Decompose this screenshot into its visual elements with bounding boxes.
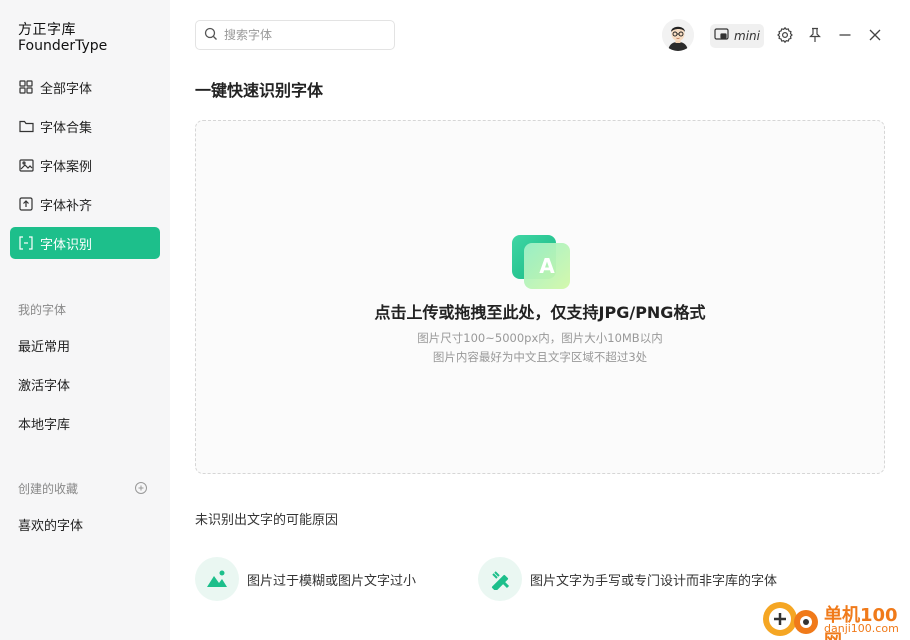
sidebar-item-label: 字体案例 — [40, 159, 93, 175]
sidebar-item-label: 字体补齐 — [40, 198, 93, 214]
reasons-heading: 未识别出文字的可能原因 — [195, 513, 339, 528]
my-fonts-heading: 我的字体 — [18, 303, 67, 317]
upload-dropzone[interactable]: A 点击上传或拖拽至此处，仅支持JPG/PNG格式 图片尺寸100~5000px… — [195, 120, 885, 474]
add-collection-icon[interactable] — [134, 480, 148, 494]
upload-instruction: 点击上传或拖拽至此处，仅支持JPG/PNG格式 — [374, 303, 706, 322]
blurry-image-icon — [195, 557, 239, 601]
watermark-url: danji100.com — [824, 622, 899, 635]
sidebar-item-recognize[interactable]: 字体识别 — [10, 227, 160, 259]
design-tools-icon — [478, 557, 522, 601]
upload-hint-size: 图片尺寸100~5000px内，图片大小10MB以内 — [417, 331, 663, 345]
scan-text-icon — [18, 235, 34, 251]
sidebar-item-recent[interactable]: 最近常用 — [18, 336, 70, 355]
mini-mode-button[interactable]: mini — [710, 24, 764, 48]
sidebar-item-fill[interactable]: 字体补齐 — [10, 188, 160, 220]
settings-gear-icon[interactable] — [776, 26, 794, 44]
sidebar-item-label: 字体识别 — [40, 237, 93, 253]
sidebar: 方正字库 FounderType 全部字体 字体合集 字体案例 字体补齐 字体识… — [0, 0, 170, 640]
sidebar-item-favorites[interactable]: 喜欢的字体 — [18, 515, 83, 534]
reason-label: 图片文字为手写或专门设计而非字库的字体 — [530, 573, 778, 589]
reason-item: 图片过于模糊或图片文字过小 — [195, 557, 416, 601]
close-icon[interactable] — [866, 26, 884, 44]
grid-icon — [18, 79, 34, 95]
logo-line1: 方正字库 — [18, 22, 76, 38]
minimize-icon[interactable] — [836, 26, 854, 44]
upload-hint-content: 图片内容最好为中文且文字区域不超过3处 — [432, 350, 648, 364]
mini-window-icon — [714, 28, 734, 44]
font-fill-icon — [18, 196, 34, 212]
mini-label: mini — [734, 29, 760, 43]
logo-line2: FounderType — [18, 38, 108, 54]
reason-label: 图片过于模糊或图片文字过小 — [247, 573, 417, 589]
search-icon — [204, 26, 218, 45]
image-icon — [18, 157, 34, 173]
page-title: 一键快速识别字体 — [195, 81, 324, 100]
sidebar-item-collections[interactable]: 字体合集 — [10, 110, 160, 142]
svg-text:A: A — [539, 254, 555, 278]
sidebar-item-label: 全部字体 — [40, 81, 93, 97]
sidebar-item-activated[interactable]: 激活字体 — [18, 375, 70, 394]
reason-item: 图片文字为手写或专门设计而非字库的字体 — [478, 557, 777, 601]
sidebar-item-cases[interactable]: 字体案例 — [10, 149, 160, 181]
search-input[interactable] — [224, 28, 384, 42]
collections-heading: 创建的收藏 — [18, 482, 79, 496]
upload-font-icon: A — [510, 233, 572, 291]
sidebar-item-local[interactable]: 本地字库 — [18, 414, 70, 433]
search-box[interactable] — [195, 20, 395, 50]
pin-icon[interactable] — [806, 26, 824, 44]
app-logo: 方正字库 FounderType — [18, 22, 107, 54]
avatar[interactable] — [662, 19, 694, 51]
folder-icon — [18, 118, 34, 134]
sidebar-item-all-fonts[interactable]: 全部字体 — [10, 71, 160, 103]
sidebar-item-label: 字体合集 — [40, 120, 93, 136]
